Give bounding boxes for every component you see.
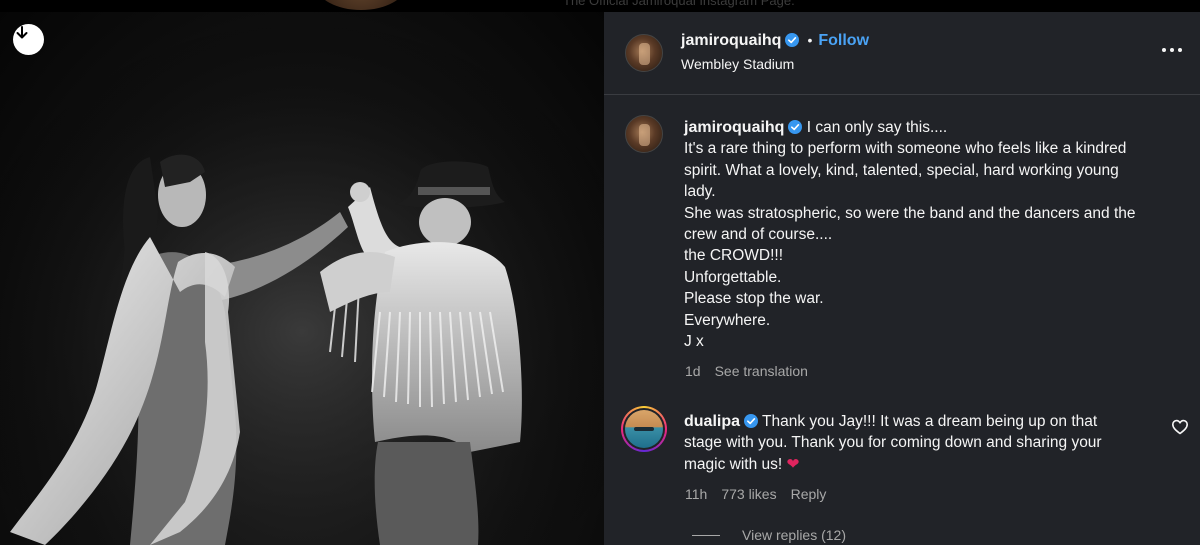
concert-photo-illustration — [0, 12, 604, 545]
background-strip: The Official Jamiroquai Instagram Page. — [0, 0, 1200, 12]
comment-likes-count[interactable]: 773 likes — [721, 486, 776, 502]
caption-line: I can only say this.... — [806, 119, 948, 136]
caption-author-avatar[interactable] — [625, 115, 663, 153]
caption-timestamp[interactable]: 1d — [685, 363, 701, 379]
caption-line: It's a rare thing to perform with someon… — [684, 140, 1127, 158]
post-header: jamiroquaihq • Follow Wembley Stadium — [604, 12, 1200, 95]
reply-button[interactable]: Reply — [791, 486, 827, 502]
comment-meta: 11h 773 likes Reply — [685, 486, 840, 502]
comment-timestamp[interactable]: 11h — [685, 486, 707, 502]
caption-line: Please stop the war. — [684, 290, 824, 308]
comment-line: Thank you Jay!!! It was a dream being up… — [762, 413, 1098, 430]
caption-line: Unforgettable. — [684, 268, 782, 286]
follow-button[interactable]: Follow — [818, 32, 869, 49]
view-replies-label: View replies (12) — [742, 527, 847, 543]
see-translation-link[interactable]: See translation — [715, 363, 808, 379]
comment-line: magic with us! — [684, 455, 783, 473]
download-icon — [16, 26, 28, 39]
red-heart-emoji: ❤ — [786, 455, 800, 473]
post-side-panel: jamiroquaihq • Follow Wembley Stadium jami… — [604, 12, 1200, 545]
author-username[interactable]: jamiroquaihq — [681, 32, 781, 49]
commenter-username[interactable]: dualipa — [684, 413, 740, 430]
heart-icon[interactable] — [1171, 418, 1189, 436]
profile-bio: The Official Jamiroquai Instagram Page. — [563, 0, 795, 8]
separator-dot: • — [807, 32, 813, 48]
caption-line: spirit. What a lovely, kind, talented, s… — [684, 161, 1119, 179]
caption-author-username[interactable]: jamiroquaihq — [684, 119, 784, 136]
post-photo — [0, 12, 604, 545]
caption-line: the CROWD!!! — [684, 247, 784, 265]
post-caption: jamiroquaihq I can only say this.... It'… — [684, 117, 1184, 352]
verified-badge-icon — [744, 414, 759, 428]
caption-line: Everywhere. — [684, 311, 771, 329]
commenter-avatar[interactable] — [621, 406, 667, 452]
replies-divider — [692, 534, 720, 536]
comment-line: stage with you. Thank you for coming dow… — [684, 434, 1102, 452]
more-options-button[interactable] — [1158, 41, 1186, 59]
author-avatar[interactable] — [625, 34, 663, 72]
more-options-icon — [1162, 48, 1166, 52]
caption-line: lady. — [684, 183, 716, 201]
caption-line: crew and of course.... — [684, 226, 833, 244]
header-title-row: jamiroquaihq • Follow — [681, 32, 869, 50]
verified-badge-icon — [785, 33, 800, 47]
caption-meta: 1d See translation — [685, 363, 822, 379]
download-button[interactable] — [13, 24, 44, 55]
comment-body: dualipa Thank you Jay!!! It was a dream … — [684, 411, 1164, 475]
caption-line: She was stratospheric, so were the band … — [684, 204, 1136, 222]
view-replies-button[interactable]: View replies (12) — [692, 527, 846, 543]
verified-badge-icon — [788, 120, 803, 134]
caption-line: J x — [684, 333, 704, 351]
post-location[interactable]: Wembley Stadium — [681, 56, 794, 72]
profile-avatar-background — [316, 0, 406, 10]
